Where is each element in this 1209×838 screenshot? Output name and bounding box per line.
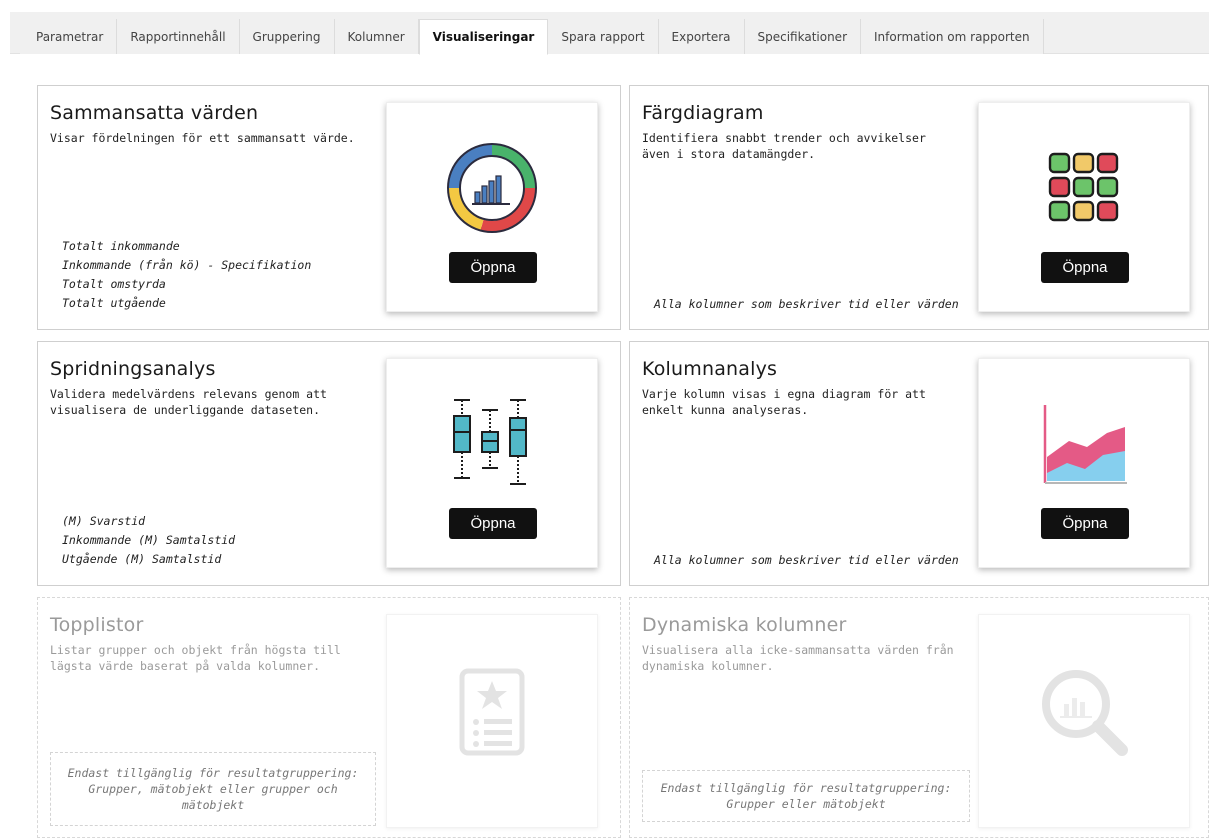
area-chart-icon	[979, 389, 1189, 499]
tab-exportera[interactable]: Exportera	[658, 19, 745, 54]
tab-bar: Parametrar Rapportinnehåll Gruppering Ko…	[10, 12, 1209, 55]
card-description: Visar fördelningen för ett sammansatt vä…	[50, 131, 355, 145]
list-item: Inkommande (M) Samtalstid	[62, 533, 236, 547]
tab-gruppering[interactable]: Gruppering	[239, 19, 335, 54]
card-description: Varje kolumn visas i egna diagram för at…	[642, 387, 926, 417]
card-fargdiagram: Färgdiagram Identifiera snabbt trender o…	[629, 85, 1209, 330]
tabs: Parametrar Rapportinnehåll Gruppering Ko…	[20, 19, 1044, 55]
open-button[interactable]: Öppna	[449, 252, 537, 283]
color-grid-icon	[979, 133, 1189, 243]
open-button[interactable]: Öppna	[449, 508, 537, 539]
list-item: (M) Svarstid	[62, 514, 146, 528]
list-item: Totalt utgående	[62, 296, 166, 310]
card-title: Kolumnanalys	[642, 358, 778, 380]
open-button[interactable]: Öppna	[1041, 252, 1129, 283]
card-title: Spridningsanalys	[50, 358, 216, 380]
column-list: Totalt inkommande Inkommande (från kö) -…	[62, 237, 311, 313]
card-title: Topplistor	[50, 614, 144, 636]
card-title: Sammansatta värden	[50, 102, 259, 124]
magnifier-chart-icon	[979, 657, 1189, 767]
card-title: Färgdiagram	[642, 102, 764, 124]
preview-panel	[386, 614, 598, 828]
card-description: Identifiera snabbt trender och avvikelse…	[642, 131, 926, 161]
availability-note: Endast tillgänglig för resultatgrupperin…	[642, 770, 970, 822]
card-description: Validera medelvärdens relevans genom att…	[50, 387, 327, 417]
ranked-list-icon	[387, 657, 597, 767]
card-sammansatta-varden: Sammansatta värden Visar fördelningen fö…	[37, 85, 621, 330]
card-topplistor: Topplistor Listar grupper och objekt frå…	[37, 597, 621, 838]
card-dynamiska-kolumner: Dynamiska kolumner Visualisera alla icke…	[629, 597, 1209, 838]
donut-chart-icon	[387, 133, 597, 243]
availability-note: Endast tillgänglig för resultatgrupperin…	[50, 752, 376, 826]
column-list: (M) Svarstid Inkommande (M) Samtalstid U…	[62, 512, 235, 569]
tab-parametrar[interactable]: Parametrar	[20, 19, 118, 54]
tab-information-om-rapporten[interactable]: Information om rapporten	[861, 19, 1044, 54]
tab-kolumner[interactable]: Kolumner	[334, 19, 419, 54]
preview-panel: Öppna	[978, 102, 1190, 312]
tab-spara-rapport[interactable]: Spara rapport	[548, 19, 659, 54]
open-button[interactable]: Öppna	[1041, 508, 1129, 539]
tab-visualiseringar[interactable]: Visualiseringar	[418, 19, 549, 55]
card-spridningsanalys: Spridningsanalys Validera medelvärdens r…	[37, 341, 621, 586]
tab-specifikationer[interactable]: Specifikationer	[744, 19, 862, 54]
list-item: Totalt inkommande	[62, 239, 180, 253]
preview-panel	[978, 614, 1190, 828]
column-note: Alla kolumner som beskriver tid eller vä…	[654, 297, 959, 311]
card-description: Listar grupper och objekt från högsta ti…	[50, 643, 341, 673]
card-description: Visualisera alla icke-sammansatta värden…	[642, 643, 954, 673]
box-plot-icon	[387, 389, 597, 499]
preview-panel: Öppna	[978, 358, 1190, 568]
card-kolumnanalys: Kolumnanalys Varje kolumn visas i egna d…	[629, 341, 1209, 586]
preview-panel: Öppna	[386, 102, 598, 312]
tab-rapportinnehall[interactable]: Rapportinnehåll	[117, 19, 240, 54]
list-item: Inkommande (från kö) - Specifikation	[62, 258, 312, 272]
preview-panel: Öppna	[386, 358, 598, 568]
list-item: Totalt omstyrda	[62, 277, 166, 291]
card-title: Dynamiska kolumner	[642, 614, 847, 636]
list-item: Utgående (M) Samtalstid	[62, 552, 222, 566]
column-note: Alla kolumner som beskriver tid eller vä…	[654, 553, 959, 567]
